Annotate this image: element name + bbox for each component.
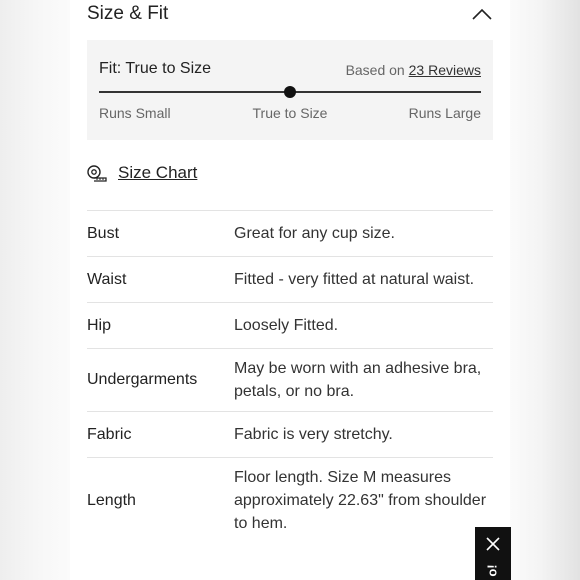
spec-key: Bust — [87, 224, 120, 242]
spec-row-undergarments: Undergarments May be worn with an adhesi… — [87, 348, 493, 411]
spec-value: Great for any cup size. — [234, 225, 395, 242]
spec-key: Length — [87, 491, 136, 509]
spec-value: Fitted - very fitted at natural waist. — [234, 271, 475, 288]
overlay-close-tab[interactable]: o! — [475, 527, 511, 580]
collapse-button[interactable] — [468, 2, 496, 26]
scale-label-true-to-size: True to Size — [252, 105, 328, 121]
size-chart-label: Size Chart — [118, 163, 198, 182]
section-title: Size & Fit — [87, 3, 169, 24]
reviews-prefix: Based on — [345, 62, 405, 78]
fit-scale-indicator — [284, 86, 296, 98]
spec-key: Fabric — [87, 425, 132, 443]
spec-row-bust: Bust Great for any cup size. — [87, 210, 493, 256]
fit-details-table: Bust Great for any cup size. Waist Fitte… — [87, 210, 493, 543]
close-icon — [486, 537, 500, 551]
size-chart-link[interactable]: Size Chart — [87, 163, 197, 183]
chevron-up-icon — [472, 8, 492, 20]
fit-summary-box: Fit: True to Size Based on 23 Reviews Ru… — [87, 40, 493, 140]
spec-key: Undergarments — [87, 371, 198, 388]
spec-row-waist: Waist Fitted - very fitted at natural wa… — [87, 256, 493, 302]
reviews-link[interactable]: 23 Reviews — [409, 62, 481, 78]
spec-row-length: Length Floor length. Size M measures app… — [87, 457, 493, 543]
fit-scale-track — [99, 86, 481, 98]
scale-label-runs-small: Runs Small — [99, 105, 171, 121]
spec-row-fabric: Fabric Fabric is very stretchy. — [87, 411, 493, 457]
spec-key: Hip — [87, 316, 112, 334]
spec-value: Floor length. Size M measures approximat… — [234, 469, 487, 532]
spec-value: May be worn with an adhesive bra, petals… — [234, 360, 482, 400]
measuring-tape-icon — [87, 165, 107, 182]
spec-row-hip: Hip Loosely Fitted. — [87, 302, 493, 348]
reviews-summary: Based on 23 Reviews — [346, 62, 481, 78]
scale-label-runs-large: Runs Large — [408, 105, 481, 121]
spec-key: Waist — [87, 270, 127, 288]
overlay-tab-text: o! — [484, 564, 500, 577]
fit-label: Fit: True to Size — [99, 60, 212, 77]
spec-value: Fabric is very stretchy. — [234, 426, 393, 443]
spec-value: Loosely Fitted. — [234, 317, 339, 334]
